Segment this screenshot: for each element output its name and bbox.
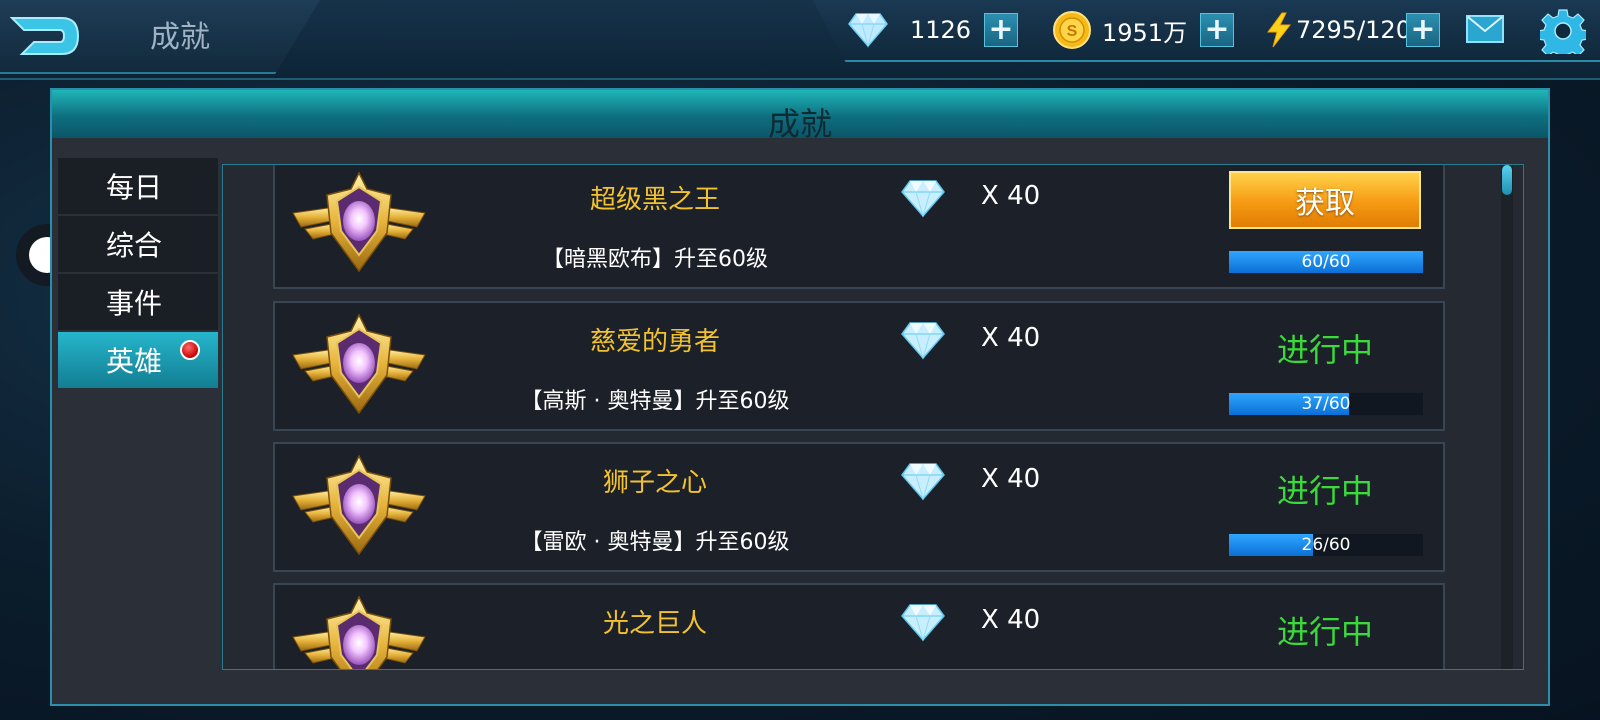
coin-icon: S [1053,11,1091,49]
achievement-name: 光之巨人 [602,609,707,639]
status-in-progress: 进行中 [1276,331,1373,369]
notification-dot-icon [180,340,200,360]
coin-counter: S 1951万 [1052,0,1187,60]
panel-header: 成就 [52,90,1548,143]
achievement-list[interactable]: 超级黑之王 【暗黑欧布】升至60级 X 40 获取 60/60 慈爱的勇者 【高… [222,164,1524,670]
achievement-badge-icon [292,595,426,669]
claim-button[interactable]: 获取 [1229,171,1421,229]
reward-amount: X 40 [981,181,1041,211]
reward-amount: X 40 [981,323,1041,353]
coin-count: 1951万 [1102,18,1188,47]
add-energy-button[interactable]: + [1406,13,1440,47]
panel-title: 成就 [767,105,832,143]
back-arrow-icon[interactable] [8,12,86,60]
reward-amount: X 40 [981,464,1041,494]
achievement-card: 狮子之心 【雷欧 · 奥特曼】升至60级 X 40 进行中 26/60 [273,442,1445,572]
reward-amount: X 40 [981,605,1041,635]
lightning-icon [1267,12,1292,48]
scrollbar-thumb[interactable] [1502,165,1512,195]
achievement-card: 光之巨人 X 40 进行中 [273,583,1445,669]
add-coins-button[interactable]: + [1200,13,1234,47]
progress-bar: 26/60 [1229,534,1423,556]
achievement-description: 【高斯 · 奥特曼】升至60级 [520,389,790,414]
achievement-description: 【暗黑欧布】升至60级 [542,247,768,272]
diamond-count: 1126 [910,16,972,44]
category-tabs: 每日 综合 事件 英雄 [58,158,218,390]
diamond-reward-icon [901,322,945,360]
svg-text:S: S [1067,23,1078,40]
energy-count: 7295/120 [1296,16,1411,44]
achievement-description: 【雷欧 · 奥特曼】升至60级 [520,530,790,555]
achievement-badge-icon [292,313,426,415]
energy-counter: 7295/120 [1264,0,1411,60]
progress-text: 37/60 [1301,394,1351,414]
progress-text: 26/60 [1301,535,1351,555]
diamond-reward-icon [901,604,945,642]
tab-label: 每日 [106,171,163,204]
diamond-counter: 1126 [848,0,971,60]
tab-daily[interactable]: 每日 [58,158,218,214]
achievement-card: 超级黑之王 【暗黑欧布】升至60级 X 40 获取 60/60 [273,165,1445,289]
diamond-icon [848,13,888,48]
achievement-name: 超级黑之王 [589,185,720,215]
progress-bar: 37/60 [1229,393,1423,415]
diamond-reward-icon [901,180,945,218]
tab-heroes[interactable]: 英雄 [58,332,218,388]
achievement-badge-icon [292,454,426,556]
tab-events[interactable]: 事件 [58,274,218,330]
tab-label: 综合 [106,229,163,262]
screen-title: 成就 [150,20,210,55]
top-bar: 成就 1126 + S 1951万 + 7295/120 + [0,0,1600,80]
tab-label: 英雄 [106,345,163,378]
gear-icon[interactable] [1540,8,1586,54]
achievement-card: 慈爱的勇者 【高斯 · 奥特曼】升至60级 X 40 进行中 37/60 [273,301,1445,431]
diamond-reward-icon [901,463,945,501]
add-diamonds-button[interactable]: + [984,13,1018,47]
achievement-name: 狮子之心 [602,468,707,498]
status-in-progress: 进行中 [1276,472,1373,510]
mail-icon[interactable] [1466,14,1504,44]
achievement-badge-icon [292,171,426,273]
achievement-name: 慈爱的勇者 [589,327,720,357]
status-in-progress: 进行中 [1276,613,1373,651]
tab-general[interactable]: 综合 [58,216,218,272]
list-scrollbar[interactable] [1501,165,1513,669]
tab-label: 事件 [106,287,163,320]
progress-text: 60/60 [1301,252,1351,272]
progress-bar: 60/60 [1229,251,1423,273]
